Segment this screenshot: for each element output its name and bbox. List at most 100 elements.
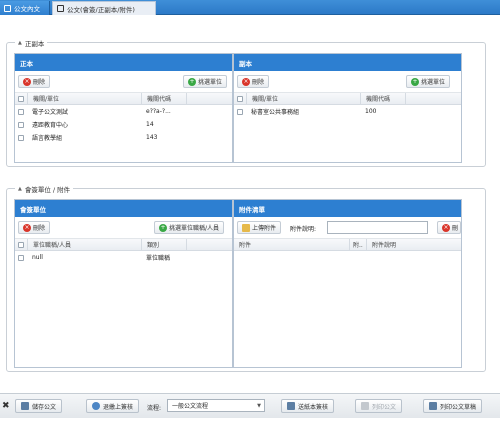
table-row[interactable]: 語言教學組 143 [15,131,232,144]
fieldset-recipients-legend[interactable]: ▲ 正副本 [15,38,48,48]
attachment-desc-label: 附件說明: [290,226,317,233]
tab-document-body[interactable]: 公文內文 [0,1,50,15]
save-document-label: 儲存公文 [32,403,57,411]
collapse-toolbar-icon[interactable]: ✖ [2,401,10,411]
send-paper-sign-button[interactable]: 送紙本簽核 [281,399,335,413]
return-to-sign-button[interactable]: 退繳上簽核 [86,399,140,413]
fieldset-countersign-legend[interactable]: ▲ 會簽單位 / 附件 [15,184,74,194]
paper-icon [287,402,295,410]
row-unit-code: e??a-?... [146,108,171,115]
countersign-delete-button[interactable]: × 刪除 [18,221,51,234]
bottom-action-bar: ✖ 儲存公文 退繳上簽核 流程: 一般公文流程 ▼ 送紙本簽核 列印公文 列印公… [0,393,500,418]
add-icon: + [411,77,419,86]
attachment-desc-input[interactable] [327,221,428,234]
delete-icon: × [442,223,450,232]
select-unit-label: 挑選單位 [198,79,223,86]
print-icon [429,402,437,410]
globe-icon [92,402,100,410]
col-unit[interactable]: 機關/單位 [27,93,141,104]
upload-icon [242,223,250,232]
row-checkbox[interactable] [18,131,24,144]
row-unit-name: 語言教學組 [32,135,63,142]
col-attachment-short[interactable]: 附.. [349,239,366,250]
main-recipient-toolbar: × 刪除 + 挑選單位 [15,71,232,93]
row-type: 單位職稱 [146,255,171,262]
row-unit-code: 143 [146,134,158,141]
print-draft-label: 列印公文草稿 [440,403,477,411]
fieldset-recipients-title: 正副本 [24,40,45,48]
copy-recipient-grid-header: 機關/單位 機關代碼 [234,93,461,105]
save-document-button[interactable]: 儲存公文 [15,399,63,413]
col-unit[interactable]: 機關/單位 [246,93,360,104]
delete-icon: × [23,77,31,86]
chevron-down-icon: ▼ [257,402,261,409]
copy-recipient-toolbar: × 刪除 + 挑選單位 [234,71,461,93]
print-document-button[interactable]: 列印公文 [355,399,403,413]
collapse-arrow-icon: ▲ [18,40,22,46]
row-checkbox[interactable] [18,118,24,131]
main-recipient-panel: 正本 × 刪除 + 挑選單位 機關/單位 機關代碼 電子公文測試 e??a-?.… [14,53,233,163]
row-unit-name: 電子公文測試 [32,109,69,116]
copy-recipient-delete-button[interactable]: × 刪除 [237,75,270,88]
col-type[interactable]: 類別 [141,239,186,250]
upload-attachment-label: 上傳附件 [252,225,277,232]
copy-recipient-panel: 副本 × 刪除 + 挑選單位 機關/單位 機關代碼 秘書室公共事務組 100 [233,53,462,163]
fieldset-countersign-attachments: ▲ 會簽單位 / 附件 會簽單位 × 刪除 + 挑選單位職稱/人員 單位職稱/人… [6,184,486,372]
flow-label: 流程: [147,405,162,412]
delete-icon: × [23,223,31,232]
attachment-panel: 附件清單 上傳附件 附件說明: × 刪 附件 附.. 附件說明 [233,199,462,368]
row-unit-code: 100 [365,108,377,115]
tab-bar: 公文內文 公文(會簽/正副本/附件) [0,0,500,15]
table-row[interactable]: 秘書室公共事務組 100 [234,105,461,118]
row-checkbox[interactable] [18,105,24,118]
collapse-arrow-icon: ▲ [18,186,22,192]
select-all-checkbox[interactable] [18,239,24,250]
main-recipient-delete-button[interactable]: × 刪除 [18,75,51,88]
select-all-checkbox[interactable] [237,93,243,104]
table-row[interactable]: 遠距教育中心 14 [15,118,232,131]
add-icon: + [159,223,167,232]
add-icon: + [188,77,196,86]
countersign-grid-header: 單位職稱/人員 類別 [15,239,232,251]
countersign-select-person-button[interactable]: + 挑選單位職稱/人員 [154,221,225,234]
select-person-label: 挑選單位職稱/人員 [169,225,220,232]
select-all-checkbox[interactable] [18,93,24,104]
col-code[interactable]: 機關代碼 [360,93,405,104]
copy-recipient-select-unit-button[interactable]: + 挑選單位 [406,75,451,88]
attachment-header: 附件清單 [234,200,461,217]
col-code[interactable]: 機關代碼 [141,93,186,104]
countersign-panel: 會簽單位 × 刪除 + 挑選單位職稱/人員 單位職稱/人員 類別 null 單位… [14,199,233,368]
row-unit-name: 秘書室公共事務組 [251,109,300,116]
tab-document-body-label: 公文內文 [14,5,40,13]
tab-countersign-label: 公文(會簽/正副本/附件) [67,5,135,14]
delete-icon: × [242,77,250,86]
countersign-header: 會簽單位 [15,200,232,217]
upload-attachment-button[interactable]: 上傳附件 [237,221,282,234]
attachment-toolbar: 上傳附件 附件說明: × 刪 [234,217,461,239]
print-draft-button[interactable]: 列印公文草稿 [423,399,483,413]
main-recipient-select-unit-button[interactable]: + 挑選單位 [183,75,228,88]
flow-select-value: 一般公文流程 [172,403,209,410]
fieldset-countersign-title: 會簽單位 / 附件 [24,186,71,194]
select-unit-label: 挑選單位 [421,79,446,86]
attachment-delete-button[interactable]: × 刪 [437,221,461,234]
col-attachment-desc[interactable]: 附件說明 [366,239,426,250]
col-title-person[interactable]: 單位職稱/人員 [27,239,141,250]
document-icon [4,4,11,12]
delete-button-label: 刪除 [33,225,46,232]
flow-select[interactable]: 一般公文流程 ▼ [167,399,265,412]
row-checkbox[interactable] [237,105,243,118]
col-sep-end [186,93,187,104]
row-checkbox[interactable] [18,251,24,264]
fieldset-recipients: ▲ 正副本 正本 × 刪除 + 挑選單位 機關/單位 機關代碼 電子公文測試 e… [6,38,486,167]
table-row[interactable]: 電子公文測試 e??a-?... [15,105,232,118]
col-attachment[interactable]: 附件 [239,239,349,250]
delete-button-label: 刪 [452,225,459,232]
table-row[interactable]: null 單位職稱 [15,251,232,264]
return-to-sign-label: 退繳上簽核 [103,403,134,411]
print-document-label: 列印公文 [372,403,397,411]
row-unit-name: 遠距教育中心 [32,122,69,129]
attachment-grid-header: 附件 附.. 附件說明 [234,239,461,251]
countersign-toolbar: × 刪除 + 挑選單位職稱/人員 [15,217,232,239]
tab-countersign-copies-attachments[interactable]: 公文(會簽/正副本/附件) [52,1,156,15]
